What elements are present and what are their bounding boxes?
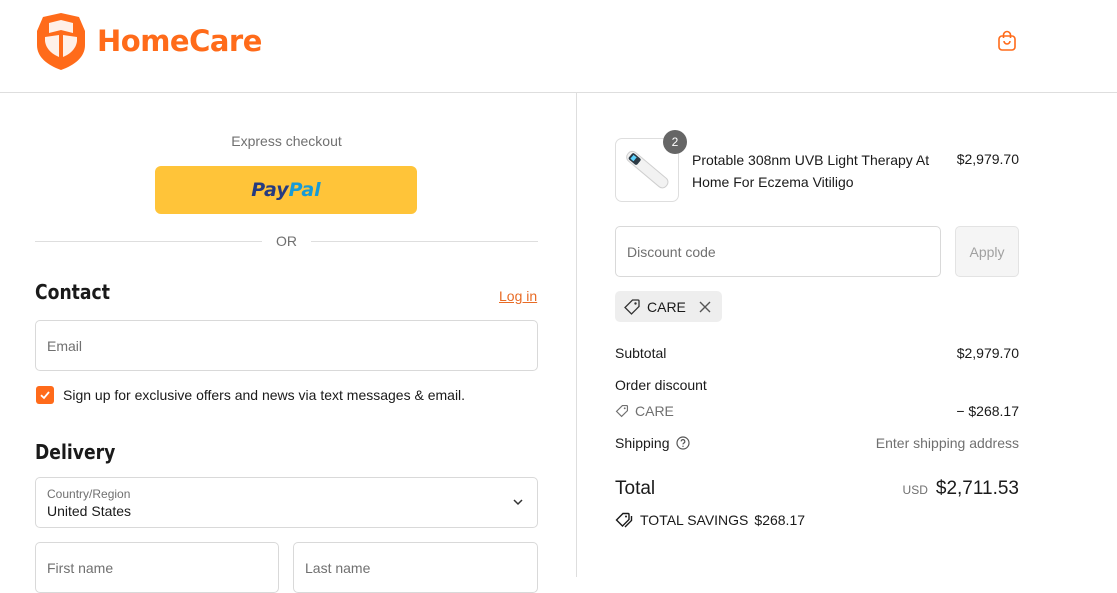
shipping-row: Shipping Enter shipping address	[615, 435, 1019, 451]
total-row: Total USD $2,711.53	[615, 478, 1019, 500]
country-select[interactable]: Country/Region United States	[35, 477, 538, 528]
order-discount-label: Order discount	[615, 377, 707, 393]
subtotal-label: Subtotal	[615, 345, 667, 361]
order-summary: 2 Protable 308nm UVB Light Therapy At Ho…	[577, 93, 1117, 577]
applied-discount-tag: CARE	[615, 291, 722, 322]
paypal-label-pal: Pal	[288, 179, 321, 201]
checkmark-icon	[40, 391, 50, 400]
order-discount-value: − $268.17	[956, 403, 1019, 419]
first-name-placeholder: First name	[47, 560, 114, 576]
brand-name: HomeCare	[97, 24, 262, 58]
total-value-group: USD $2,711.53	[903, 478, 1019, 500]
discount-code-input[interactable]: Discount code	[615, 226, 941, 277]
quantity-badge: 2	[663, 130, 687, 154]
tags-icon	[615, 512, 633, 528]
discount-placeholder: Discount code	[627, 244, 716, 260]
signup-label: Sign up for exclusive offers and news vi…	[63, 387, 466, 403]
applied-code: CARE	[647, 298, 686, 315]
shield-logo-icon	[37, 13, 85, 70]
shopping-bag-icon[interactable]	[995, 29, 1019, 53]
savings-label: TOTAL SAVINGS	[640, 512, 749, 528]
delivery-title: Delivery	[35, 440, 116, 464]
signup-checkbox[interactable]	[36, 386, 54, 404]
order-discount-code-text: CARE	[635, 403, 674, 419]
order-discount-row: Order discount	[615, 377, 1019, 393]
currency-code: USD	[902, 483, 928, 497]
last-name-field[interactable]: Last name	[293, 542, 538, 593]
or-divider: OR	[35, 232, 538, 250]
total-value: $2,711.53	[935, 478, 1019, 499]
total-label: Total	[615, 478, 656, 499]
product-name: Protable 308nm UVB Light Therapy At Home…	[692, 152, 930, 190]
apply-button[interactable]: Apply	[955, 226, 1019, 277]
paypal-label-pay: Pay	[251, 179, 289, 201]
divider-line	[35, 240, 262, 242]
order-discount-code: CARE	[615, 403, 674, 419]
product-price: $2,979.70	[956, 151, 1019, 167]
country-value: United States	[47, 503, 132, 519]
first-name-field[interactable]: First name	[35, 542, 279, 593]
tag-icon	[615, 404, 629, 418]
or-label: OR	[276, 233, 297, 249]
subtotal-row: Subtotal $2,979.70	[615, 345, 1019, 361]
express-checkout-label: Express checkout	[231, 133, 342, 149]
paypal-button[interactable]: Pay Pal	[155, 166, 417, 214]
email-field[interactable]: Email	[35, 320, 538, 371]
tag-icon	[624, 298, 640, 315]
savings-value: $268.17	[754, 512, 806, 528]
divider-line	[311, 240, 538, 242]
chevron-down-icon	[513, 499, 523, 506]
header: HomeCare	[0, 0, 1117, 93]
close-icon[interactable]	[696, 298, 714, 316]
order-discount-code-row: CARE − $268.17	[615, 403, 1019, 419]
shipping-value: Enter shipping address	[875, 435, 1019, 451]
shipping-label-group: Shipping	[615, 435, 690, 451]
contact-title: Contact	[35, 280, 110, 304]
logo[interactable]: HomeCare	[35, 11, 262, 71]
checkout-form: Express checkout Pay Pal OR Contact Log i…	[0, 93, 577, 593]
subtotal-value: $2,979.70	[956, 345, 1019, 361]
shipping-label: Shipping	[615, 435, 670, 451]
last-name-placeholder: Last name	[305, 560, 371, 576]
help-icon[interactable]	[675, 436, 690, 450]
country-label: Country/Region	[47, 487, 131, 501]
total-savings: TOTAL SAVINGS $268.17	[615, 512, 805, 528]
login-link[interactable]: Log in	[499, 288, 537, 304]
email-placeholder: Email	[47, 338, 83, 354]
